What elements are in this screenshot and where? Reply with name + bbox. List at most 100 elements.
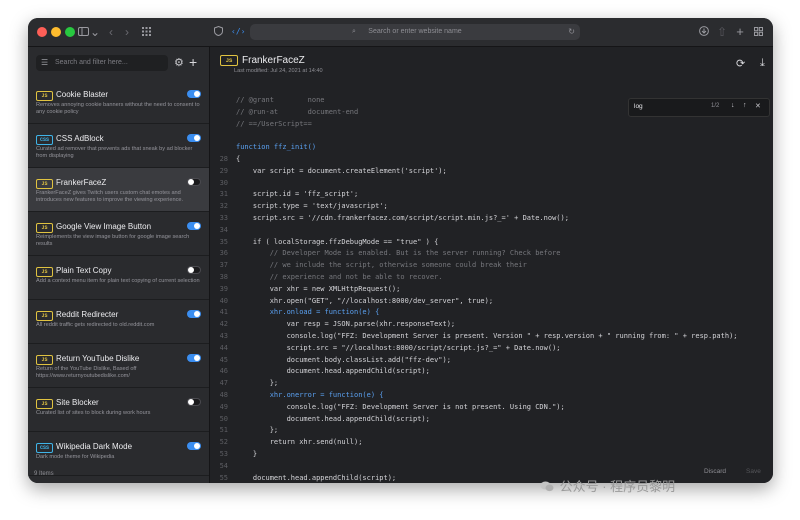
code-text: // ==/UserScript== [236, 119, 312, 128]
line-number: 32 [219, 202, 228, 211]
watermark-text: 公众号 · 程序员黎明 [559, 479, 676, 494]
downloads-icon[interactable] [698, 23, 710, 41]
filter-input[interactable]: ☰ Search and filter here... [36, 55, 168, 71]
code-text: document.head.appendChild(script); [236, 414, 430, 423]
script-type-badge: CSS [36, 443, 53, 453]
line-number: 33 [219, 214, 228, 222]
script-name: FrankerFaceZ [56, 178, 107, 187]
reload-icon[interactable]: ↻ [568, 24, 575, 40]
chevron-down-icon[interactable]: ⌄ [90, 23, 100, 41]
script-type-badge: JS [36, 91, 53, 101]
code-text: // Developer Mode is enabled. But is the… [236, 249, 561, 258]
line-number: 52 [219, 438, 228, 447]
script-list-item[interactable]: JS Google View Image Button Reimplements t… [28, 212, 209, 256]
editor-title: FrankerFaceZ [242, 55, 305, 66]
script-list-item[interactable]: CSS Wikipedia Dark Mode Dark mode theme fo… [28, 432, 209, 476]
code-text: var script = document.createElement('scr… [236, 166, 447, 175]
minimize-window-button[interactable] [51, 27, 61, 37]
back-icon[interactable]: ‹ [106, 23, 116, 41]
script-description: Removes annoying cookie banners without … [36, 102, 200, 116]
script-type-badge: JS [36, 223, 53, 233]
script-name: Reddit Redirecter [56, 310, 119, 319]
code-text: script.src = '//cdn.frankerfacez.com/scr… [236, 214, 569, 222]
save-button[interactable]: Save [746, 468, 761, 475]
line-number: 51 [219, 426, 228, 435]
script-list-item[interactable]: JS Cookie Blaster Removes annoying cookie … [28, 80, 209, 124]
tab-overview-icon[interactable] [752, 23, 764, 41]
sidebar-toggle-icon[interactable] [76, 23, 90, 41]
address-bar-placeholder: Search or enter website name [368, 28, 462, 35]
script-name: Google View Image Button [56, 222, 152, 231]
code-text: script.src = "//localhost:8000/script/sc… [236, 343, 561, 352]
editor-type-badge: JS [220, 55, 238, 66]
editor-header: JS FrankerFaceZ Last modified: Jul 24, 2… [210, 47, 773, 95]
userscripts-extension-icon[interactable]: ‹/› [231, 23, 245, 41]
app-window: ⌄ ‹ › ‹/› ⌕ Search or enter website name… [28, 18, 773, 483]
update-icon[interactable]: ⟳ [736, 57, 745, 70]
script-name: Wikipedia Dark Mode [56, 442, 133, 451]
code-text: console.log("FFZ: Development Server is … [236, 402, 565, 411]
editor-pane: JS FrankerFaceZ Last modified: Jul 24, 2… [210, 47, 773, 483]
code-text: { [236, 155, 241, 163]
last-modified: Last modified: Jul 24, 2021 at 14:40 [234, 68, 323, 74]
wechat-icon [540, 480, 554, 492]
script-enable-toggle[interactable] [187, 134, 201, 142]
script-enable-toggle[interactable] [187, 442, 201, 450]
script-enable-toggle[interactable] [187, 222, 201, 230]
filter-lines-icon: ☰ [41, 58, 49, 67]
script-list-item[interactable]: JS FrankerFaceZ FrankerFaceZ gives Twitch … [28, 168, 209, 212]
script-list-item[interactable]: JS Return YouTube Dislike Return of the Yo… [28, 344, 209, 388]
address-bar[interactable]: ⌕ Search or enter website name ↻ [250, 24, 580, 40]
code-editor[interactable]: // @grant none // @run-at document-end // … [210, 96, 773, 482]
script-list-item[interactable]: JS Plain Text Copy Add a context menu item… [28, 256, 209, 300]
line-number: 44 [219, 343, 228, 352]
line-number: 35 [219, 237, 228, 246]
discard-button[interactable]: Discard [704, 468, 726, 475]
script-list-item[interactable]: JS Reddit Redirecter All reddit traffic ge… [28, 300, 209, 344]
zoom-window-button[interactable] [65, 27, 75, 37]
settings-gear-icon[interactable]: ⚙ [174, 55, 184, 71]
close-window-button[interactable] [37, 27, 47, 37]
script-enable-toggle[interactable] [187, 354, 201, 362]
line-number: 45 [219, 355, 228, 364]
privacy-shield-icon[interactable] [212, 23, 224, 41]
code-text: console.log("FFZ: Development Server is … [236, 332, 738, 340]
toggle-knob [194, 135, 200, 141]
script-enable-toggle[interactable] [187, 266, 201, 274]
code-text: // @grant none [236, 96, 325, 104]
line-number: 43 [219, 332, 228, 340]
code-text: // we include the script, otherwise some… [236, 261, 527, 270]
script-name: Return YouTube Dislike [56, 354, 140, 363]
line-number: 34 [219, 225, 228, 234]
download-icon[interactable]: ⤓ [760, 57, 765, 70]
code-text: xhr.open("GET", "//localhost:8000/dev_se… [236, 296, 494, 305]
script-list-item[interactable]: CSS CSS AdBlock Curated ad remover that pr… [28, 124, 209, 168]
script-enable-toggle[interactable] [187, 178, 201, 186]
toggle-knob [194, 355, 200, 361]
line-number: 50 [219, 414, 228, 423]
line-number: 42 [219, 320, 228, 329]
script-list-item[interactable]: JS Site Blocker Curated list of sites to b… [28, 388, 209, 432]
share-icon[interactable]: ⇧ [716, 23, 728, 41]
code-text: function ffz_init() [236, 143, 317, 152]
code-text: // experience and not be able to recover… [236, 273, 443, 281]
script-description: All reddit traffic gets redirected to ol… [36, 322, 155, 328]
code-text: var resp = JSON.parse(xhr.responseText); [236, 320, 456, 329]
script-type-badge: JS [36, 399, 53, 409]
script-enable-toggle[interactable] [187, 310, 201, 318]
add-script-button[interactable]: + [189, 54, 197, 70]
new-tab-icon[interactable]: + [734, 23, 746, 41]
line-number: 30 [219, 178, 228, 187]
script-description: Reimplements the view image button for g… [36, 234, 190, 248]
code-text: script.type = 'text/javascript'; [236, 202, 388, 211]
script-description: Curated list of sites to block during wo… [36, 410, 151, 416]
line-number: 28 [219, 155, 228, 163]
forward-icon[interactable]: › [122, 23, 132, 41]
toggle-knob [188, 179, 194, 185]
line-number: 41 [219, 308, 228, 317]
toggle-knob [188, 267, 194, 273]
grid-icon[interactable] [140, 23, 152, 41]
script-enable-toggle[interactable] [187, 90, 201, 98]
script-description: Dark mode theme for Wikipedia [36, 454, 115, 460]
script-enable-toggle[interactable] [187, 398, 201, 406]
